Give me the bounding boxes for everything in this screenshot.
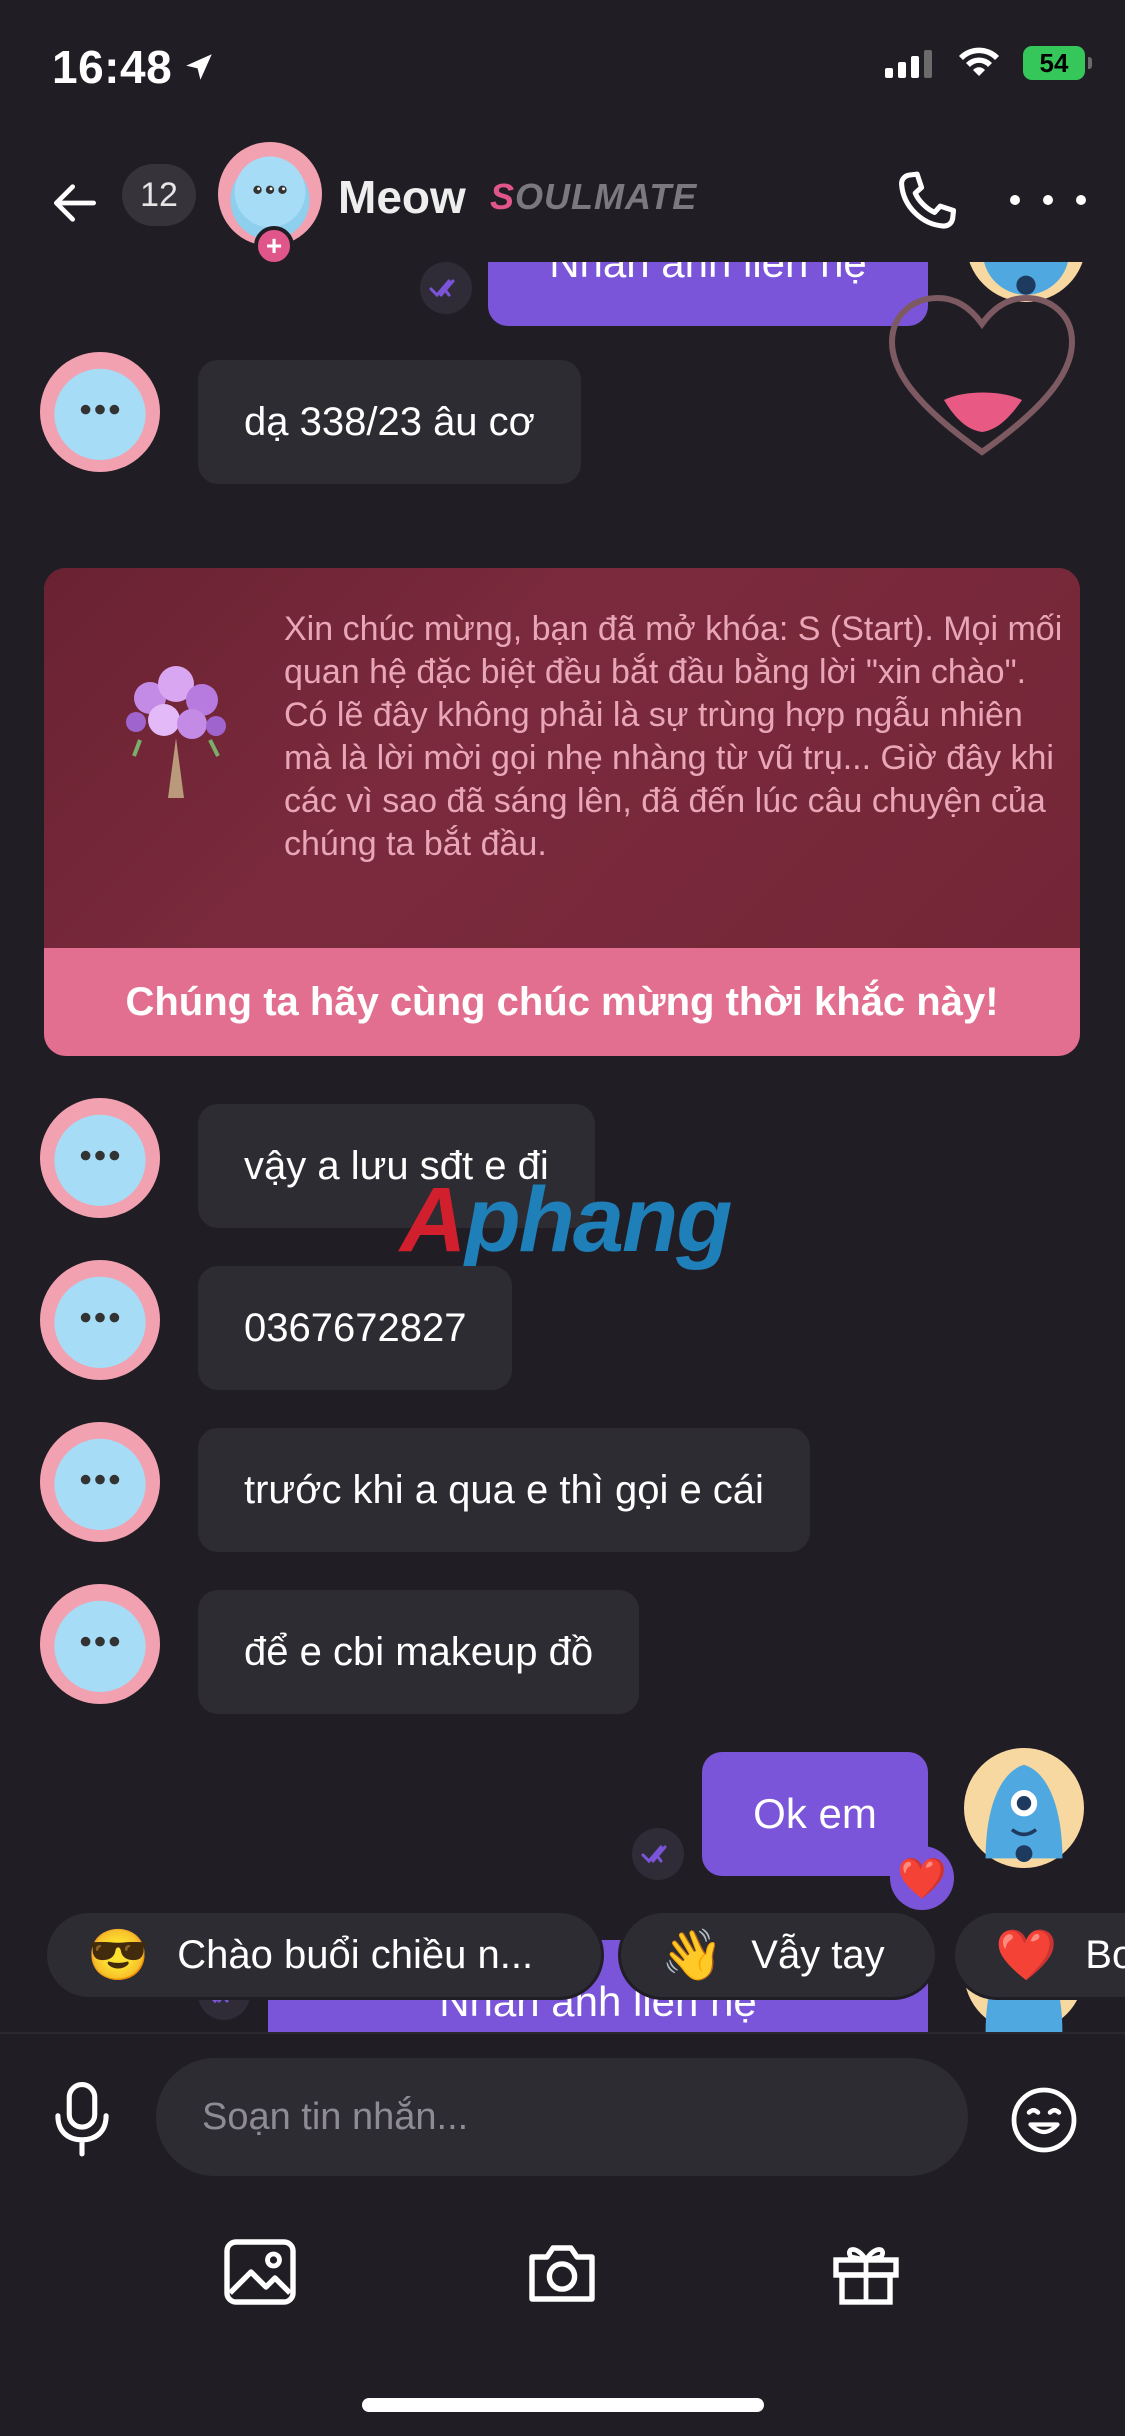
soulmate-badge: SOULMATE bbox=[490, 176, 697, 218]
signal-icon bbox=[885, 50, 932, 78]
my-avatar[interactable] bbox=[964, 1748, 1084, 1868]
add-contact-icon[interactable]: + bbox=[254, 226, 294, 266]
contact-message-avatar[interactable] bbox=[40, 1422, 160, 1542]
gift-button[interactable] bbox=[826, 2236, 906, 2308]
message-text: để e cbi makeup đồ bbox=[244, 1629, 594, 1674]
contact-message-avatar[interactable] bbox=[40, 1584, 160, 1704]
read-receipt-icon bbox=[632, 1828, 684, 1880]
battery-level: 54 bbox=[1039, 47, 1069, 78]
quick-reply-label: Chào buổi chiều n... bbox=[177, 1932, 534, 1977]
camera-icon bbox=[529, 2245, 595, 2302]
message-text: Nhắn anh liên hệ bbox=[549, 262, 867, 286]
message-bubble-in[interactable]: 0367672827 bbox=[198, 1266, 513, 1390]
card-body: Xin chúc mừng, bạn đã mở khóa: S (Start)… bbox=[44, 568, 1080, 948]
unlock-celebration-card: Xin chúc mừng, bạn đã mở khóa: S (Start)… bbox=[44, 568, 1080, 1056]
voice-message-button[interactable] bbox=[48, 2080, 116, 2160]
more-dot bbox=[1010, 195, 1020, 205]
message-text: dạ 338/23 âu cơ bbox=[244, 399, 535, 444]
unread-count-text: 12 bbox=[140, 175, 178, 214]
contact-message-avatar[interactable] bbox=[40, 1098, 160, 1218]
message-text: Ok em bbox=[753, 1790, 877, 1837]
message-text: 0367672827 bbox=[244, 1305, 467, 1350]
unread-count-badge[interactable]: 12 bbox=[122, 164, 196, 226]
back-button[interactable] bbox=[40, 168, 110, 238]
location-arrow-icon bbox=[186, 54, 212, 80]
message-text: trước khi a qua e thì gọi e cái bbox=[244, 1467, 764, 1512]
watermark-logo: Aphang bbox=[400, 1168, 732, 1273]
watermark-part1: A bbox=[400, 1169, 466, 1271]
quick-reply-wave[interactable]: 👋 Vẫy tay bbox=[618, 1910, 938, 2000]
heart-sticker-icon[interactable] bbox=[884, 292, 1080, 462]
celebrate-button-label: Chúng ta hãy cùng chúc mừng thời khắc nà… bbox=[125, 979, 999, 1024]
camera-button[interactable] bbox=[522, 2236, 602, 2308]
soulmate-badge-text: OULMATE bbox=[515, 176, 698, 217]
message-input[interactable] bbox=[156, 2058, 968, 2176]
image-icon bbox=[224, 2239, 296, 2305]
waving-hand-icon: 👋 bbox=[661, 1927, 724, 1983]
message-bubble-in[interactable]: trước khi a qua e thì gọi e cái bbox=[198, 1428, 810, 1552]
quick-reply-label: Bo bbox=[1085, 1932, 1125, 1977]
microphone-icon bbox=[55, 2082, 109, 2157]
read-receipt-icon bbox=[420, 262, 472, 314]
gift-icon bbox=[833, 2247, 899, 2305]
more-options-button[interactable] bbox=[1010, 170, 1086, 230]
message-bubble-in[interactable]: dạ 338/23 âu cơ bbox=[198, 360, 581, 484]
quick-reply-heart[interactable]: ❤️ Bo bbox=[952, 1910, 1125, 2000]
celebration-text: Xin chúc mừng, bạn đã mở khóa: S (Start)… bbox=[284, 610, 1063, 863]
message-bubble-out[interactable]: Ok em bbox=[702, 1752, 928, 1876]
emoji-icon bbox=[1011, 2087, 1077, 2153]
status-icons: 54 bbox=[885, 46, 1092, 80]
wifi-icon bbox=[959, 47, 999, 76]
contact-name[interactable]: Meow bbox=[338, 170, 466, 224]
composer-divider bbox=[0, 2032, 1125, 2034]
quick-reply-afternoon[interactable]: 😎 Chào buổi chiều n... bbox=[44, 1910, 604, 2000]
call-button[interactable] bbox=[888, 164, 964, 240]
heart-icon: ❤️ bbox=[995, 1927, 1058, 1983]
battery-indicator: 54 bbox=[1023, 46, 1092, 80]
contact-message-avatar[interactable] bbox=[40, 352, 160, 472]
gallery-button[interactable] bbox=[220, 2236, 300, 2308]
status-time: 16:48 bbox=[52, 40, 216, 94]
back-arrow-icon bbox=[54, 184, 96, 222]
soulmate-badge-prefix: S bbox=[490, 176, 516, 217]
phone-icon bbox=[899, 171, 957, 229]
more-dot bbox=[1076, 195, 1086, 205]
bouquet-icon bbox=[126, 666, 226, 798]
contact-message-avatar[interactable] bbox=[40, 1260, 160, 1380]
status-time-text: 16:48 bbox=[52, 41, 173, 93]
emoji-button[interactable] bbox=[1008, 2084, 1080, 2156]
sun-sunglasses-icon: 😎 bbox=[87, 1927, 150, 1983]
message-bubble-out[interactable]: Nhắn anh liên hệ bbox=[488, 262, 928, 326]
heart-reaction-icon[interactable]: ❤️ bbox=[890, 1846, 954, 1910]
home-indicator bbox=[362, 2398, 764, 2412]
more-dot bbox=[1043, 195, 1053, 205]
watermark-part2: phang bbox=[464, 1169, 732, 1271]
message-bubble-in[interactable]: để e cbi makeup đồ bbox=[198, 1590, 640, 1714]
celebrate-button[interactable]: Chúng ta hãy cùng chúc mừng thời khắc nà… bbox=[44, 948, 1080, 1056]
quick-reply-label: Vẫy tay bbox=[751, 1932, 885, 1977]
